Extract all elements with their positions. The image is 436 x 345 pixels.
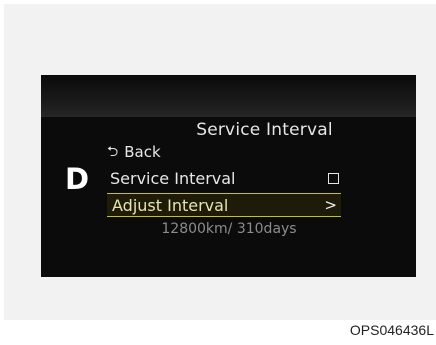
back-button[interactable]: ⮌ Back [107, 143, 161, 161]
service-interval-checkbox[interactable] [328, 173, 339, 184]
menu-item-label: Service Interval [110, 169, 236, 188]
menu-item-adjust-interval[interactable]: Adjust Interval > [107, 193, 341, 217]
display-top-band [41, 75, 416, 117]
chevron-right-icon: > [324, 196, 337, 214]
cluster-display: Service Interval ⮌ Back D Service Interv… [41, 75, 416, 277]
menu-item-label: Adjust Interval [112, 195, 229, 215]
return-arrow-icon: ⮌ [107, 144, 119, 160]
back-label: Back [124, 143, 161, 161]
menu-item-service-interval[interactable]: Service Interval [107, 167, 341, 190]
gear-indicator: D [65, 162, 90, 196]
figure-code: OPS046436L [349, 322, 434, 338]
screen-title: Service Interval [41, 120, 416, 140]
interval-value: 12800km/ 310days [161, 221, 297, 237]
screen-title-text: Service Interval [196, 120, 333, 140]
